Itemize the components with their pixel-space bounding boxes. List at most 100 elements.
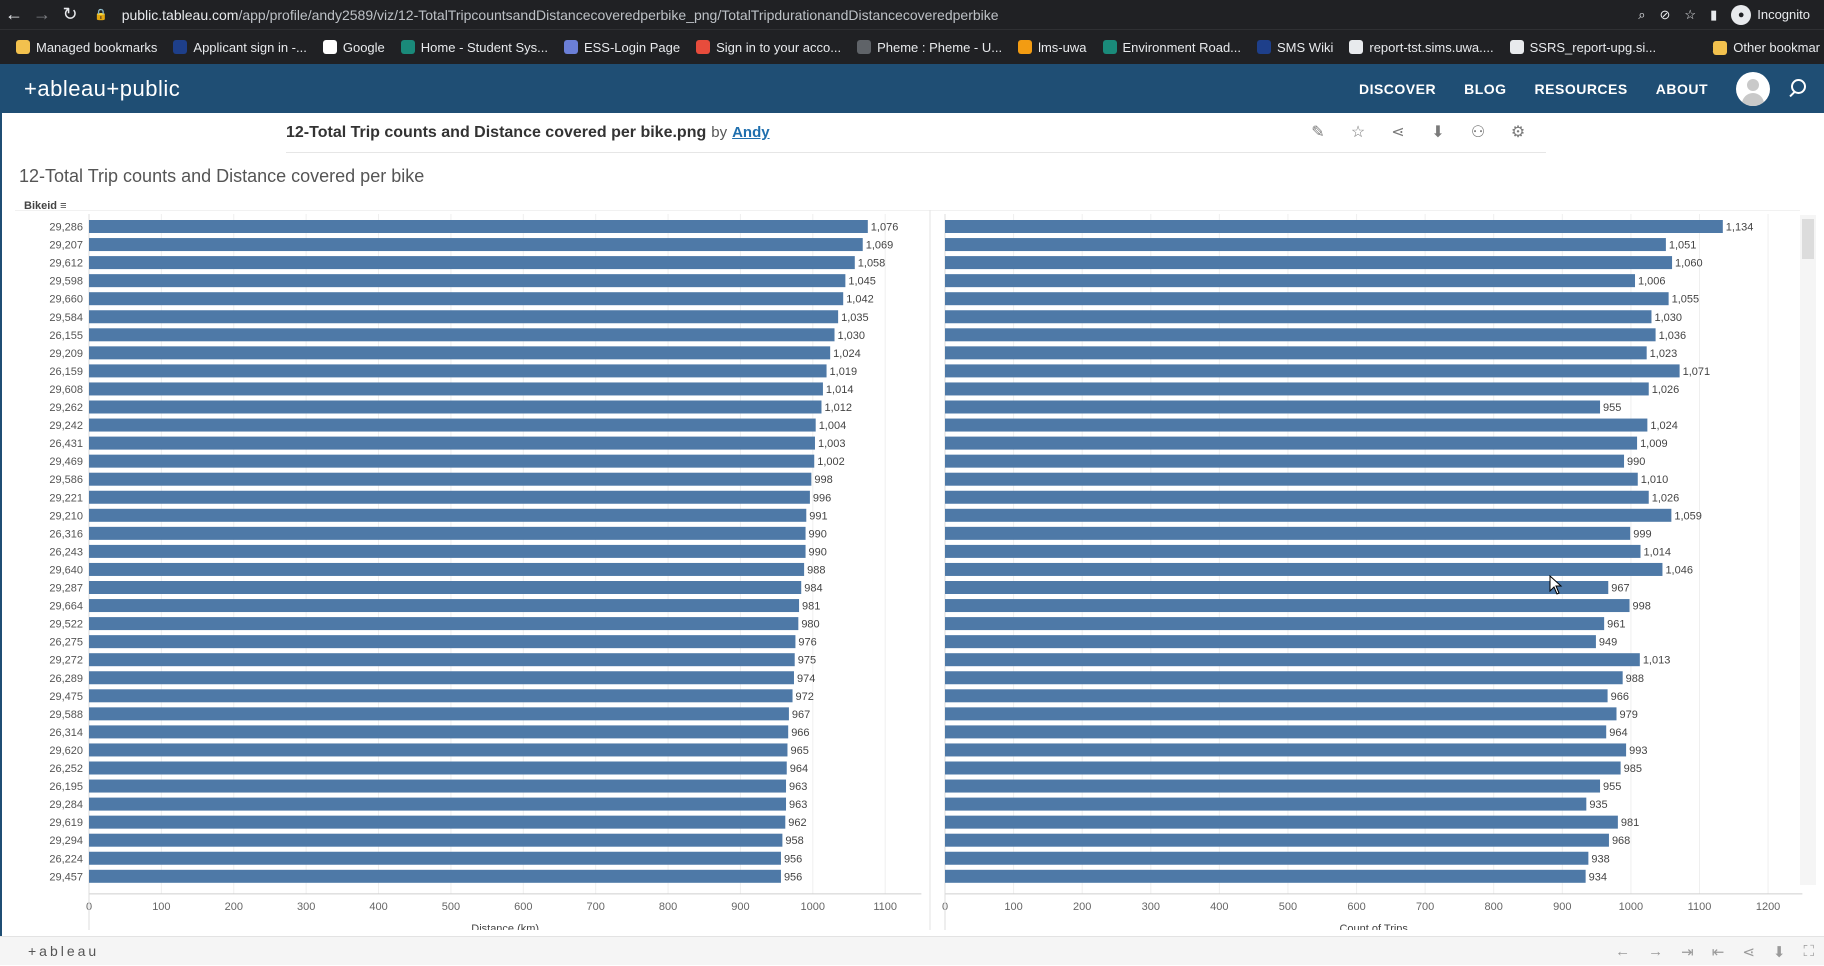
bookmark-item[interactable]: Sign in to your acco... xyxy=(688,40,849,55)
bar[interactable] xyxy=(945,346,1647,360)
bar[interactable] xyxy=(945,617,1605,631)
nav-about[interactable]: ABOUT xyxy=(1656,81,1708,97)
bar[interactable] xyxy=(89,833,783,847)
bar[interactable] xyxy=(945,472,1638,486)
bar[interactable] xyxy=(89,490,810,504)
bar[interactable] xyxy=(89,328,835,342)
undo-icon[interactable]: ← xyxy=(1615,943,1630,960)
bookmark-item[interactable]: ESS-Login Page xyxy=(556,40,688,55)
other-bookmarks[interactable]: Other bookmar xyxy=(1713,30,1824,64)
bar[interactable] xyxy=(89,635,796,649)
bar[interactable] xyxy=(89,797,787,811)
bar[interactable] xyxy=(945,436,1638,450)
edit-icon[interactable]: ✎ xyxy=(1308,123,1328,143)
download-icon[interactable]: ⬇ xyxy=(1428,123,1448,143)
bar[interactable] xyxy=(945,310,1652,324)
tableau-public-logo[interactable]: +ableau+public xyxy=(24,76,180,102)
bar[interactable] xyxy=(945,599,1630,613)
bar[interactable] xyxy=(89,472,812,486)
bar[interactable] xyxy=(89,526,806,540)
bar[interactable] xyxy=(945,382,1649,396)
bar[interactable] xyxy=(89,653,795,667)
bar[interactable] xyxy=(945,725,1607,739)
bar[interactable] xyxy=(89,761,787,775)
bar[interactable] xyxy=(89,292,844,306)
bookmark-item[interactable]: Environment Road... xyxy=(1095,40,1250,55)
bar[interactable] xyxy=(945,400,1601,414)
bar[interactable] xyxy=(945,635,1596,649)
bar[interactable] xyxy=(89,238,863,252)
nav-discover[interactable]: DISCOVER xyxy=(1359,81,1436,97)
bookmark-item[interactable]: report-tst.sims.uwa.... xyxy=(1341,40,1501,55)
bookmark-item[interactable]: Home - Student Sys... xyxy=(393,40,556,55)
bar[interactable] xyxy=(89,256,855,270)
bar[interactable] xyxy=(89,617,799,631)
bar[interactable] xyxy=(945,797,1587,811)
bar[interactable] xyxy=(945,328,1656,342)
bar[interactable] xyxy=(89,581,802,594)
bar[interactable] xyxy=(945,689,1608,703)
bar[interactable] xyxy=(945,418,1648,432)
bar[interactable] xyxy=(945,761,1621,775)
bar[interactable] xyxy=(945,653,1640,667)
bookmark-item[interactable]: Google xyxy=(315,40,393,55)
bar[interactable] xyxy=(945,526,1631,540)
bar[interactable] xyxy=(945,815,1618,829)
bar[interactable] xyxy=(89,346,831,360)
search-icon[interactable] xyxy=(1788,78,1808,99)
bar[interactable] xyxy=(945,707,1617,721)
nav-resources[interactable]: RESOURCES xyxy=(1535,81,1628,97)
chart-scrollbar[interactable] xyxy=(1800,215,1816,885)
bar[interactable] xyxy=(945,490,1649,504)
bookmark-item[interactable]: Managed bookmarks xyxy=(8,40,165,55)
bar[interactable] xyxy=(89,725,789,739)
reload-button[interactable]: ↻ xyxy=(56,0,84,29)
bar[interactable] xyxy=(945,562,1663,576)
bar[interactable] xyxy=(89,544,806,558)
author-link[interactable]: Andy xyxy=(732,124,770,141)
bar[interactable] xyxy=(89,400,822,414)
bar[interactable] xyxy=(945,238,1666,252)
redo-icon[interactable]: → xyxy=(1648,943,1663,960)
bookmark-item[interactable]: SSRS_report-upg.si... xyxy=(1502,40,1664,55)
settings-icon[interactable]: ⚙ xyxy=(1508,123,1528,143)
forward-button[interactable]: → xyxy=(28,0,56,29)
bar[interactable] xyxy=(945,454,1625,468)
bar[interactable] xyxy=(89,599,800,613)
footer-share-icon[interactable]: ⋖ xyxy=(1742,943,1755,961)
bar[interactable] xyxy=(89,671,794,685)
reset-icon[interactable]: ⇤ xyxy=(1712,943,1725,961)
bar[interactable] xyxy=(89,707,789,721)
profile-icon[interactable]: ⚇ xyxy=(1468,123,1488,143)
bar[interactable] xyxy=(945,364,1680,378)
bar[interactable] xyxy=(89,274,846,288)
zoom-icon[interactable]: ⌕ xyxy=(1638,7,1645,23)
bar[interactable] xyxy=(945,220,1723,233)
bar[interactable] xyxy=(89,815,786,829)
bar[interactable] xyxy=(945,671,1623,685)
bookmark-item[interactable]: SMS Wiki xyxy=(1249,40,1341,55)
bar[interactable] xyxy=(89,508,807,522)
bar[interactable] xyxy=(945,743,1627,757)
footer-logo[interactable]: +ableau xyxy=(28,943,99,959)
bar[interactable] xyxy=(945,869,1586,883)
fullscreen-icon[interactable]: ⛶ xyxy=(1803,943,1814,960)
bar[interactable] xyxy=(89,869,781,883)
bar[interactable] xyxy=(945,851,1589,865)
bar[interactable] xyxy=(945,508,1672,522)
bar[interactable] xyxy=(89,454,815,468)
revert-icon[interactable]: ⇥ xyxy=(1681,943,1694,961)
nav-blog[interactable]: BLOG xyxy=(1464,81,1506,97)
bookmark-item[interactable]: lms-uwa xyxy=(1010,40,1094,55)
bar[interactable] xyxy=(89,382,823,396)
bar[interactable] xyxy=(89,220,868,233)
footer-download-icon[interactable]: ⬇ xyxy=(1773,943,1786,961)
bar[interactable] xyxy=(89,779,787,793)
lock-icon[interactable]: 🔒 xyxy=(94,8,108,21)
sidebar-icon[interactable]: ▮ xyxy=(1710,7,1717,23)
bar[interactable] xyxy=(945,833,1609,847)
bookmark-item[interactable]: Pheme : Pheme - U... xyxy=(849,40,1010,55)
bar[interactable] xyxy=(945,544,1641,558)
bar[interactable] xyxy=(945,581,1609,594)
star-icon[interactable]: ☆ xyxy=(1684,7,1696,23)
